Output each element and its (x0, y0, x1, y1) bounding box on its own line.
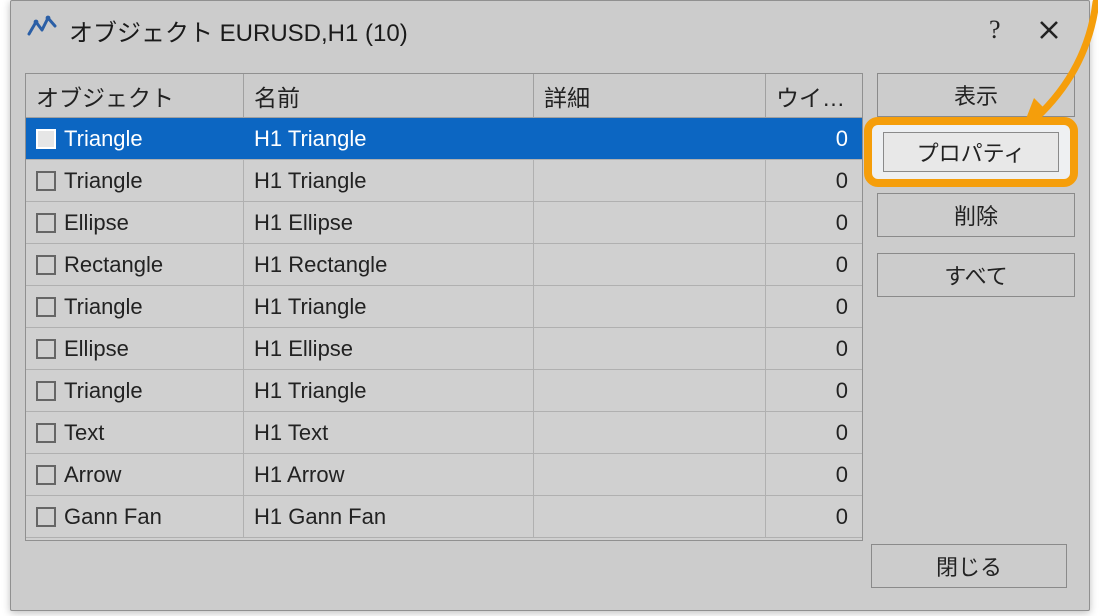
cell-window: 0 (766, 328, 862, 369)
cell-window: 0 (766, 286, 862, 327)
header-detail[interactable]: 詳細 (534, 74, 766, 117)
cell-name: H1 Text (244, 412, 534, 453)
header-object[interactable]: オブジェクト (26, 74, 244, 117)
properties-button[interactable]: プロパティ (883, 132, 1059, 172)
cell-window: 0 (766, 160, 862, 201)
cell-detail (534, 286, 766, 327)
cell-object: Ellipse (26, 328, 244, 369)
cell-window: 0 (766, 244, 862, 285)
row-checkbox[interactable] (36, 465, 56, 485)
help-button[interactable]: ? (965, 10, 1021, 50)
table-row[interactable]: Triangle H1 Triangle 0 (26, 160, 862, 202)
cell-detail (534, 244, 766, 285)
cell-name: H1 Ellipse (244, 328, 534, 369)
cell-name: H1 Triangle (244, 370, 534, 411)
row-checkbox[interactable] (36, 297, 56, 317)
cell-object: Triangle (26, 160, 244, 201)
cell-detail (534, 370, 766, 411)
cell-detail (534, 496, 766, 537)
objects-table: オブジェクト 名前 詳細 ウイ… TriangleH1 Triangle0Tri… (25, 73, 863, 541)
cell-window: 0 (766, 496, 862, 537)
cell-window: 0 (766, 202, 862, 243)
row-checkbox[interactable] (36, 255, 56, 275)
close-button-wrap: 閉じる (871, 544, 1067, 588)
cell-detail (534, 118, 766, 159)
titlebar: オブジェクト EURUSD,H1 (10) ? (11, 1, 1089, 59)
table-body: Triangle H1 Triangle 0 Triangle H1 Triangle 0… (26, 118, 862, 540)
object-label: Text (64, 420, 104, 446)
row-checkbox[interactable] (36, 423, 56, 443)
row-checkbox[interactable] (36, 381, 56, 401)
close-window-button[interactable] (1021, 10, 1077, 50)
object-label: Gann Fan (64, 504, 162, 530)
table-row[interactable]: Triangle H1 Triangle 0 (26, 286, 862, 328)
object-label: Triangle (64, 126, 143, 152)
cell-name: H1 Triangle (244, 160, 534, 201)
object-label: Arrow (64, 462, 121, 488)
cell-object: Gann Fan (26, 496, 244, 537)
table-row[interactable]: Gann Fan H1 Gann Fan 0 (26, 496, 862, 538)
cell-object: Arrow (26, 454, 244, 495)
cell-object: Triangle (26, 286, 244, 327)
row-checkbox[interactable] (36, 171, 56, 191)
cell-name: H1 Gann Fan (244, 496, 534, 537)
table-row[interactable]: Text H1 Text 0 (26, 412, 862, 454)
table-row[interactable]: Ellipse H1 Ellipse 0 (26, 328, 862, 370)
cell-detail (534, 412, 766, 453)
object-label: Ellipse (64, 336, 129, 362)
cell-detail (534, 328, 766, 369)
cell-detail (534, 160, 766, 201)
cell-name: H1 Rectangle (244, 244, 534, 285)
close-button[interactable]: 閉じる (871, 544, 1067, 588)
cell-object: Text (26, 412, 244, 453)
cell-object: Triangle (26, 118, 244, 159)
row-checkbox[interactable] (36, 129, 56, 149)
table-row[interactable]: Ellipse H1 Ellipse 0 (26, 202, 862, 244)
cell-detail (534, 454, 766, 495)
cell-object: Rectangle (26, 244, 244, 285)
row-checkbox[interactable] (36, 339, 56, 359)
table-row[interactable]: Arrow H1 Arrow 0 (26, 454, 862, 496)
table-row[interactable]: Rectangle H1 Rectangle 0 (26, 244, 862, 286)
cell-window: 0 (766, 454, 862, 495)
object-label: Triangle (64, 294, 143, 320)
table-row[interactable]: Triangle H1 Triangle 0 (26, 370, 862, 412)
window-title: オブジェクト EURUSD,H1 (10) (69, 13, 965, 48)
cell-object: Triangle (26, 370, 244, 411)
chart-icon (27, 12, 57, 49)
cell-object: Ellipse (26, 202, 244, 243)
cell-window: 0 (766, 412, 862, 453)
row-checkbox[interactable] (36, 507, 56, 527)
table-row[interactable]: Triangle H1 Triangle 0 (26, 118, 862, 160)
object-label: Triangle (64, 168, 143, 194)
object-label: Rectangle (64, 252, 163, 278)
cell-name: H1 Triangle (244, 118, 534, 159)
cell-name: H1 Ellipse (244, 202, 534, 243)
object-label: Ellipse (64, 210, 129, 236)
cell-window: 0 (766, 118, 862, 159)
show-button[interactable]: 表示 (877, 73, 1075, 117)
cell-name: H1 Arrow (244, 454, 534, 495)
delete-button[interactable]: 削除 (877, 193, 1075, 237)
select-all-button[interactable]: すべて (877, 253, 1075, 297)
cell-window: 0 (766, 370, 862, 411)
cell-name: H1 Triangle (244, 286, 534, 327)
header-window[interactable]: ウイ… (766, 74, 862, 117)
cell-detail (534, 202, 766, 243)
table-header: オブジェクト 名前 詳細 ウイ… (26, 74, 862, 118)
object-label: Triangle (64, 378, 143, 404)
header-name[interactable]: 名前 (244, 74, 534, 117)
svg-text:?: ? (989, 16, 1001, 44)
row-checkbox[interactable] (36, 213, 56, 233)
objects-dialog: オブジェクト EURUSD,H1 (10) ? オブジェクト 名前 詳細 ウイ…… (10, 0, 1090, 611)
